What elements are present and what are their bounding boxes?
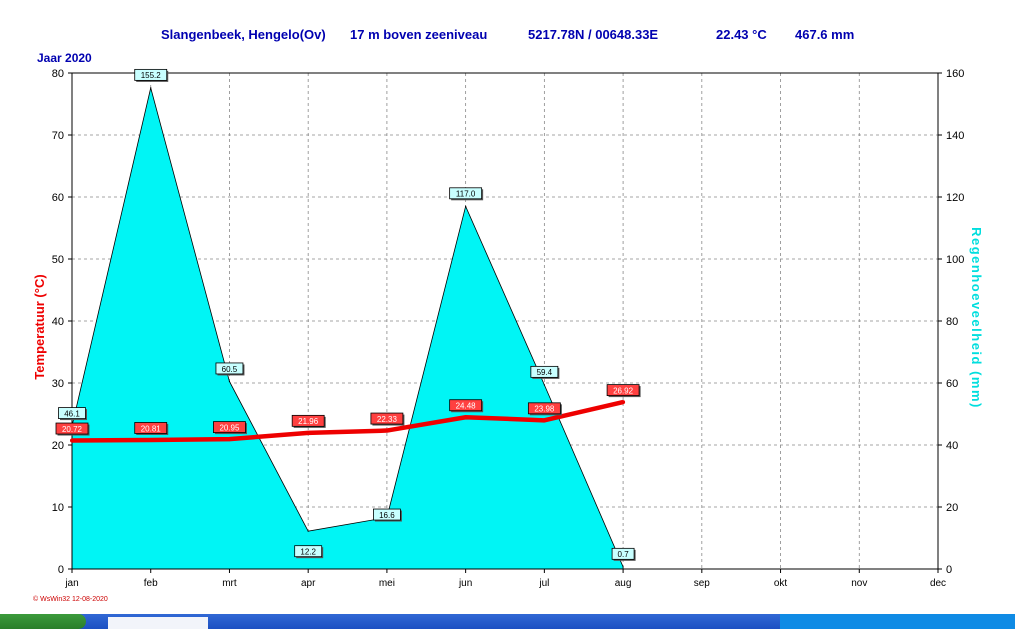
x-tick-label: jul	[538, 578, 549, 589]
rain-label: 12.2	[294, 545, 324, 559]
temperature-label: 21.96	[291, 414, 326, 428]
temperature-label-text: 23.98	[534, 405, 555, 414]
x-tick-label: sep	[694, 578, 711, 589]
taskbar-item[interactable]	[108, 617, 208, 629]
rain-point	[228, 380, 231, 383]
rain-point	[150, 87, 152, 89]
temperature-label: 23.98	[527, 402, 562, 416]
y-left-tick-label: 20	[52, 440, 64, 452]
y-left-tick-label: 10	[52, 502, 64, 514]
y-axis-left-label: Temperatuur (°C)	[32, 274, 47, 379]
temperature-label: 20.95	[213, 421, 247, 435]
temperature-label: 20.72	[55, 422, 90, 436]
rain-label: 155.2	[134, 68, 169, 82]
temperature-point	[227, 437, 232, 442]
rain-label-text: 46.1	[64, 409, 80, 418]
rain-series	[71, 87, 624, 570]
system-tray	[780, 614, 1015, 629]
rain-label-text: 16.6	[379, 511, 395, 520]
start-button[interactable]	[0, 614, 86, 629]
temperature-point	[463, 415, 468, 420]
y-right-tick-label: 60	[946, 378, 958, 390]
y-right-tick-label: 20	[946, 502, 958, 514]
x-tick-label: apr	[301, 578, 316, 589]
y-right-tick-label: 160	[946, 68, 964, 80]
rain-label: 59.4	[530, 365, 560, 379]
y-left-tick-label: 30	[52, 378, 64, 390]
rain-point	[307, 530, 309, 532]
y-left-tick-label: 50	[52, 254, 64, 266]
rain-area	[71, 87, 624, 570]
software-credit: © WsWin32 12-08-2020	[33, 596, 108, 603]
temperature-label: 24.48	[449, 399, 484, 413]
temperature-point	[384, 428, 389, 433]
rain-label-text: 12.2	[300, 547, 316, 556]
temperature-point	[542, 418, 547, 423]
temperature-label: 26.92	[606, 384, 641, 398]
temperature-label: 22.33	[370, 412, 405, 426]
x-tick-label: mrt	[222, 578, 237, 589]
temperature-label-text: 26.92	[613, 386, 634, 395]
temperature-point	[148, 437, 153, 442]
rain-label: 60.5	[215, 362, 245, 376]
temperature-label: 20.81	[134, 422, 169, 435]
y-left-tick-label: 80	[52, 68, 64, 80]
temperature-label-text: 20.81	[141, 424, 162, 433]
rain-label: 117.0	[449, 187, 484, 201]
rain-label-text: 155.2	[141, 71, 162, 80]
temperature-point	[306, 430, 311, 435]
temperature-point	[621, 400, 626, 405]
temperature-label-text: 22.33	[377, 415, 398, 424]
x-tick-label: aug	[615, 578, 632, 589]
y-right-tick-label: 80	[946, 316, 958, 328]
rain-point	[465, 205, 467, 207]
x-tick-label: feb	[144, 578, 158, 589]
temperature-label-text: 20.72	[62, 425, 83, 434]
taskbar	[0, 614, 1015, 629]
x-tick-label: okt	[774, 578, 788, 589]
x-tick-label: jan	[64, 578, 78, 589]
y-right-tick-label: 40	[946, 440, 958, 452]
y-right-tick-label: 120	[946, 192, 964, 204]
x-tick-label: jun	[458, 578, 472, 589]
rain-label-text: 0.7	[618, 550, 630, 559]
y-right-tick-label: 140	[946, 130, 964, 142]
y-right-tick-label: 0	[946, 564, 952, 576]
y-left-tick-label: 60	[52, 192, 64, 204]
temperature-label-text: 24.48	[456, 402, 477, 411]
rain-label: 46.1	[58, 407, 87, 421]
y-left-tick-label: 0	[58, 564, 64, 576]
rain-label: 0.7	[611, 547, 636, 561]
x-tick-label: dec	[930, 578, 946, 589]
y-axis-right-label: Regenhoeveelheid (mm)	[969, 227, 984, 409]
temperature-label-text: 20.95	[219, 423, 240, 432]
x-tick-label: nov	[851, 578, 867, 589]
x-tick-label: mei	[379, 578, 395, 589]
rain-point	[622, 566, 624, 568]
rain-point	[543, 384, 545, 386]
y-left-tick-label: 70	[52, 130, 64, 142]
temperature-point	[70, 438, 74, 443]
rain-label-text: 59.4	[537, 368, 553, 377]
y-right-tick-label: 100	[946, 254, 964, 266]
temperature-label-text: 21.96	[298, 417, 319, 426]
rain-label-text: 117.0	[456, 190, 476, 199]
y-left-tick-label: 40	[52, 316, 64, 328]
rain-label-text: 60.5	[222, 365, 238, 374]
climate-chart: 0 10 20 30 40 50 60 70 80 0 20 40 60 80 100 120 140 160 ja…	[32, 68, 984, 589]
rain-label: 16.6	[373, 508, 402, 522]
